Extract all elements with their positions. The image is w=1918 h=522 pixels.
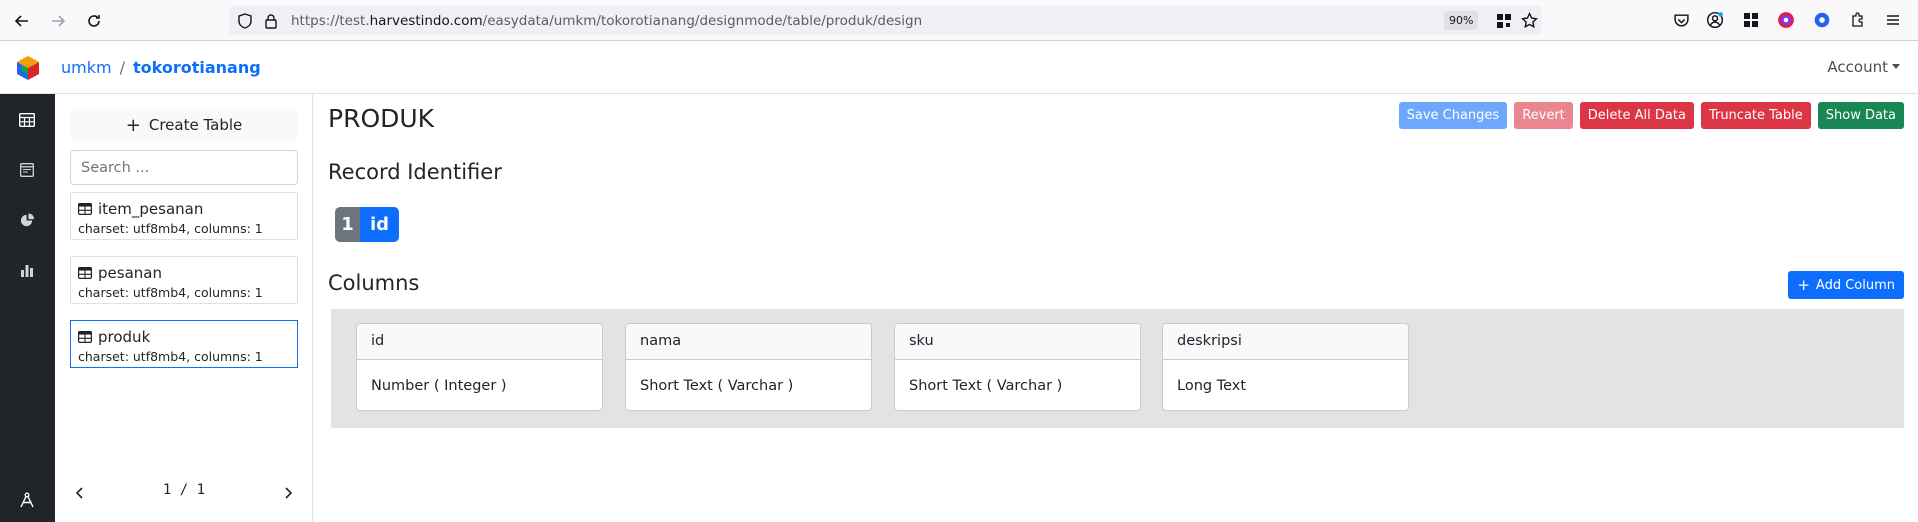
table-search-input[interactable] [70, 150, 298, 185]
extensions-grid-icon[interactable] [1741, 10, 1761, 30]
form-window-icon[interactable] [17, 160, 37, 180]
create-table-label: Create Table [148, 116, 243, 134]
record-identifier-title: Record Identifier [328, 160, 502, 184]
settings-gear-icon[interactable] [1812, 10, 1832, 30]
table-icon [78, 331, 92, 343]
nav-rail [0, 94, 55, 522]
qr-grid-icon[interactable] [1496, 13, 1512, 33]
truncate-table-button[interactable]: Truncate Table [1700, 102, 1811, 129]
action-toolbar: Save Changes Revert Delete All Data Trun… [1398, 102, 1904, 129]
breadcrumb-link-umkm[interactable]: umkm [61, 58, 112, 77]
url-text: https://test.harvestindo.com/easydata/um… [291, 13, 923, 29]
table-item-name: item_pesanan [98, 200, 204, 218]
browser-toolbar: https://test.harvestindo.com/easydata/um… [0, 0, 1918, 41]
lock-icon[interactable] [264, 13, 278, 33]
revert-button[interactable]: Revert [1514, 102, 1573, 129]
table-design-main: PRODUK Save Changes Revert Delete All Da… [314, 94, 1918, 522]
bookmark-star-icon[interactable] [1521, 11, 1538, 33]
caret-down-icon [1892, 64, 1900, 69]
column-name: sku [895, 324, 1140, 360]
show-data-button[interactable]: Show Data [1817, 102, 1904, 129]
columns-area: id Number ( Integer ) nama Short Text ( … [331, 309, 1904, 428]
account-circle-icon[interactable] [1705, 10, 1725, 30]
add-column-button[interactable]: + Add Column [1788, 271, 1904, 299]
save-changes-button[interactable]: Save Changes [1398, 102, 1508, 129]
pie-chart-icon[interactable] [17, 210, 37, 230]
breadcrumb: umkm / tokorotianang [61, 58, 261, 77]
column-type: Number ( Integer ) [371, 378, 507, 394]
app-header: umkm / tokorotianang Account [0, 41, 1918, 94]
column-card-nama[interactable]: nama Short Text ( Varchar ) [625, 323, 872, 411]
table-icon [78, 203, 92, 215]
delete-all-data-button[interactable]: Delete All Data [1579, 102, 1694, 129]
puzzle-icon[interactable] [1848, 10, 1868, 30]
column-name: nama [626, 324, 871, 360]
hamburger-menu-icon[interactable] [1883, 10, 1903, 30]
table-item-meta: charset: utf8mb4, columns: 1 [78, 221, 263, 236]
column-card-id[interactable]: id Number ( Integer ) [356, 323, 603, 411]
column-name: id [357, 324, 602, 360]
column-type: Short Text ( Varchar ) [909, 378, 1063, 394]
account-dropdown[interactable]: Account [1827, 58, 1900, 76]
page-title: PRODUK [328, 104, 435, 133]
column-name: deskripsi [1163, 324, 1408, 360]
identifier-name: id [360, 207, 400, 242]
identifier-index: 1 [335, 207, 360, 242]
shield-icon[interactable] [237, 13, 253, 33]
create-table-button[interactable]: + Create Table [70, 109, 298, 141]
chevron-right-icon[interactable] [282, 485, 294, 504]
reload-icon[interactable] [81, 8, 107, 34]
zoom-level-badge[interactable]: 90% [1444, 11, 1479, 30]
table-list-panel: + Create Table item_pesanan charset: utf8… [55, 94, 313, 522]
address-bar[interactable]: https://test.harvestindo.com/easydata/um… [229, 6, 1542, 35]
table-icon [78, 267, 92, 279]
plus-icon: + [125, 114, 141, 136]
forward-arrow-icon[interactable] [45, 8, 71, 34]
column-card-deskripsi[interactable]: deskripsi Long Text [1162, 323, 1409, 411]
pocket-icon[interactable] [1671, 10, 1691, 30]
column-type: Long Text [1177, 378, 1247, 394]
table-item-meta: charset: utf8mb4, columns: 1 [78, 349, 263, 364]
table-item-name: produk [98, 328, 151, 346]
columns-title: Columns [328, 271, 420, 295]
record-identifier-badge[interactable]: 1 id [335, 207, 400, 242]
column-card-sku[interactable]: sku Short Text ( Varchar ) [894, 323, 1141, 411]
bar-chart-icon[interactable] [17, 260, 37, 280]
page-indicator: 1 / 1 [162, 482, 206, 498]
color-picker-icon[interactable] [1776, 10, 1796, 30]
plus-icon: + [1797, 276, 1810, 294]
pagination: 1 / 1 [70, 479, 298, 507]
table-item-item-pesanan[interactable]: item_pesanan charset: utf8mb4, columns: … [70, 192, 298, 240]
table-item-pesanan[interactable]: pesanan charset: utf8mb4, columns: 1 [70, 256, 298, 304]
breadcrumb-link-tokorotianang[interactable]: tokorotianang [133, 58, 261, 77]
back-arrow-icon[interactable] [9, 8, 35, 34]
table-item-produk[interactable]: produk charset: utf8mb4, columns: 1 [70, 320, 298, 368]
design-compass-icon[interactable] [17, 490, 37, 510]
account-label: Account [1827, 58, 1888, 76]
breadcrumb-separator: / [119, 58, 125, 77]
table-item-meta: charset: utf8mb4, columns: 1 [78, 285, 263, 300]
table-icon[interactable] [17, 110, 37, 130]
add-column-label: Add Column [1815, 277, 1895, 293]
column-type: Short Text ( Varchar ) [640, 378, 794, 394]
table-item-name: pesanan [98, 264, 162, 282]
app-logo-icon[interactable] [16, 55, 40, 81]
